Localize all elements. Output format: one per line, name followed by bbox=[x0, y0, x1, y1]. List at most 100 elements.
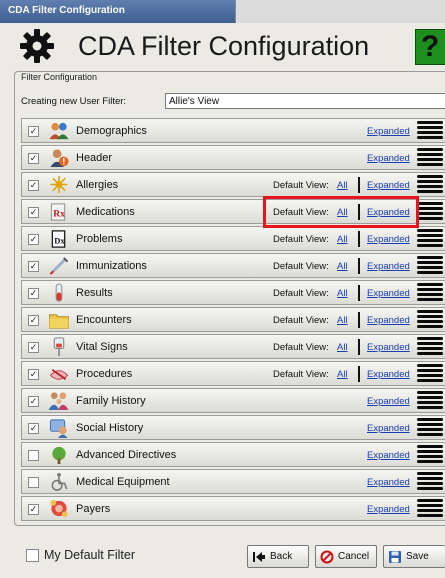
default-view-expanded-link[interactable]: Expanded bbox=[367, 180, 410, 191]
section-row-allergies: ✓ Allergies Default View: All Expanded bbox=[21, 172, 445, 197]
section-row-problems: ✓ Dx Problems Default View: All Expanded bbox=[21, 226, 445, 251]
section-row-advanced-directives: Advanced Directives Expanded bbox=[21, 442, 445, 467]
default-view-expanded-link[interactable]: Expanded bbox=[367, 288, 410, 299]
section-checkbox[interactable]: ✓ bbox=[28, 369, 39, 380]
default-view-expanded-link[interactable]: Expanded bbox=[367, 234, 410, 245]
medications-default-view-highlight bbox=[263, 196, 419, 228]
default-view-separator bbox=[358, 285, 360, 301]
default-view-all-link[interactable]: All bbox=[337, 288, 348, 299]
gear-icon bbox=[20, 29, 54, 63]
default-view-all-link[interactable]: All bbox=[337, 342, 348, 353]
default-view-expanded-link[interactable]: Expanded bbox=[367, 504, 410, 515]
default-view-expanded-link[interactable]: Expanded bbox=[367, 153, 410, 164]
section-checkbox[interactable]: ✓ bbox=[28, 342, 39, 353]
back-label: Back bbox=[270, 551, 293, 562]
section-checkbox[interactable] bbox=[28, 477, 39, 488]
section-checkbox[interactable]: ✓ bbox=[28, 396, 39, 407]
default-view-expanded-link[interactable]: Expanded bbox=[367, 315, 410, 326]
default-view-label: Default View: bbox=[273, 369, 329, 380]
section-label: Immunizations bbox=[76, 260, 147, 272]
section-row-family-history: ✓ Family History Expanded bbox=[21, 388, 445, 413]
section-checkbox[interactable]: ✓ bbox=[28, 180, 39, 191]
section-label: Family History bbox=[76, 395, 146, 407]
drag-handle-icon[interactable] bbox=[417, 256, 443, 276]
section-checkbox[interactable]: ✓ bbox=[28, 126, 39, 137]
section-checkbox[interactable]: ✓ bbox=[28, 315, 39, 326]
section-label: Vital Signs bbox=[76, 341, 128, 353]
section-row-demographics: ✓ Demographics Expanded bbox=[21, 118, 445, 143]
default-view-separator bbox=[358, 177, 360, 193]
default-view-label: Default View: bbox=[273, 288, 329, 299]
default-view-separator bbox=[358, 312, 360, 328]
drag-handle-icon[interactable] bbox=[417, 337, 443, 357]
section-label: Social History bbox=[76, 422, 144, 434]
section-row-medical-equipment: Medical Equipment Expanded bbox=[21, 469, 445, 494]
section-label: Problems bbox=[76, 233, 123, 245]
rx-icon: Rx bbox=[50, 203, 66, 221]
section-checkbox[interactable]: ✓ bbox=[28, 423, 39, 434]
section-row-vital-signs: ✓ Vital Signs Default View: All Expanded bbox=[21, 334, 445, 359]
default-view-label: Default View: bbox=[273, 234, 329, 245]
default-view-all-link[interactable]: All bbox=[337, 180, 348, 191]
default-view-all-link[interactable]: All bbox=[337, 369, 348, 380]
section-checkbox[interactable] bbox=[28, 450, 39, 461]
floppy-disk-icon bbox=[389, 551, 401, 563]
drag-handle-icon[interactable] bbox=[417, 499, 443, 519]
default-view-all-link[interactable]: All bbox=[337, 234, 348, 245]
drag-handle-icon[interactable] bbox=[417, 175, 443, 195]
drag-handle-icon[interactable] bbox=[417, 202, 443, 222]
back-button[interactable]: Back bbox=[247, 545, 309, 568]
social-icon bbox=[49, 419, 68, 438]
test-tube-icon bbox=[55, 283, 63, 302]
titlebar-backdrop bbox=[235, 0, 445, 23]
cancel-button[interactable]: Cancel bbox=[315, 545, 377, 568]
my-default-filter-label: My Default Filter bbox=[44, 548, 135, 562]
new-filter-name-input[interactable] bbox=[165, 93, 445, 109]
default-view-expanded-link[interactable]: Expanded bbox=[367, 477, 410, 488]
dx-icon: Dx bbox=[51, 230, 65, 248]
drag-handle-icon[interactable] bbox=[417, 283, 443, 303]
section-label: Procedures bbox=[76, 368, 133, 380]
drag-handle-icon[interactable] bbox=[417, 472, 443, 492]
section-label: Payers bbox=[76, 503, 111, 515]
drag-handle-icon[interactable] bbox=[417, 229, 443, 249]
default-view-separator bbox=[358, 258, 360, 274]
help-icon[interactable]: ? bbox=[415, 29, 445, 65]
default-view-expanded-link[interactable]: Expanded bbox=[367, 261, 410, 272]
default-view-expanded-link[interactable]: Expanded bbox=[367, 126, 410, 137]
default-view-expanded-link[interactable]: Expanded bbox=[367, 423, 410, 434]
wheelchair-icon bbox=[51, 472, 68, 491]
directive-icon bbox=[52, 446, 66, 465]
drag-handle-icon[interactable] bbox=[417, 148, 443, 168]
syringe-icon bbox=[49, 257, 69, 275]
default-view-expanded-link[interactable]: Expanded bbox=[367, 396, 410, 407]
default-view-expanded-link[interactable]: Expanded bbox=[367, 369, 410, 380]
section-row-header: ✓ Header Expanded bbox=[21, 145, 445, 170]
drag-handle-icon[interactable] bbox=[417, 418, 443, 438]
cancel-label: Cancel bbox=[338, 551, 370, 562]
default-view-expanded-link[interactable]: Expanded bbox=[367, 342, 410, 353]
default-view-expanded-link[interactable]: Expanded bbox=[367, 450, 410, 461]
iv-bag-icon bbox=[53, 337, 65, 357]
section-label: Allergies bbox=[76, 179, 119, 191]
drag-handle-icon[interactable] bbox=[417, 391, 443, 411]
section-checkbox[interactable]: ✓ bbox=[28, 234, 39, 245]
drag-handle-icon[interactable] bbox=[417, 310, 443, 330]
section-checkbox[interactable]: ✓ bbox=[28, 504, 39, 515]
section-checkbox[interactable]: ✓ bbox=[28, 207, 39, 218]
section-checkbox[interactable]: ✓ bbox=[28, 261, 39, 272]
new-filter-label: Creating new User Filter: bbox=[21, 96, 127, 107]
save-button[interactable]: Save bbox=[383, 545, 445, 568]
my-default-filter-checkbox[interactable] bbox=[26, 549, 39, 562]
section-checkbox[interactable]: ✓ bbox=[28, 288, 39, 299]
section-row-results: ✓ Results Default View: All Expanded bbox=[21, 280, 445, 305]
default-view-all-link[interactable]: All bbox=[337, 261, 348, 272]
folder-icon bbox=[49, 314, 69, 329]
default-view-all-link[interactable]: All bbox=[337, 315, 348, 326]
default-view-label: Default View: bbox=[273, 261, 329, 272]
svg-text:Rx: Rx bbox=[53, 209, 65, 219]
drag-handle-icon[interactable] bbox=[417, 445, 443, 465]
section-checkbox[interactable]: ✓ bbox=[28, 153, 39, 164]
drag-handle-icon[interactable] bbox=[417, 121, 443, 141]
drag-handle-icon[interactable] bbox=[417, 364, 443, 384]
